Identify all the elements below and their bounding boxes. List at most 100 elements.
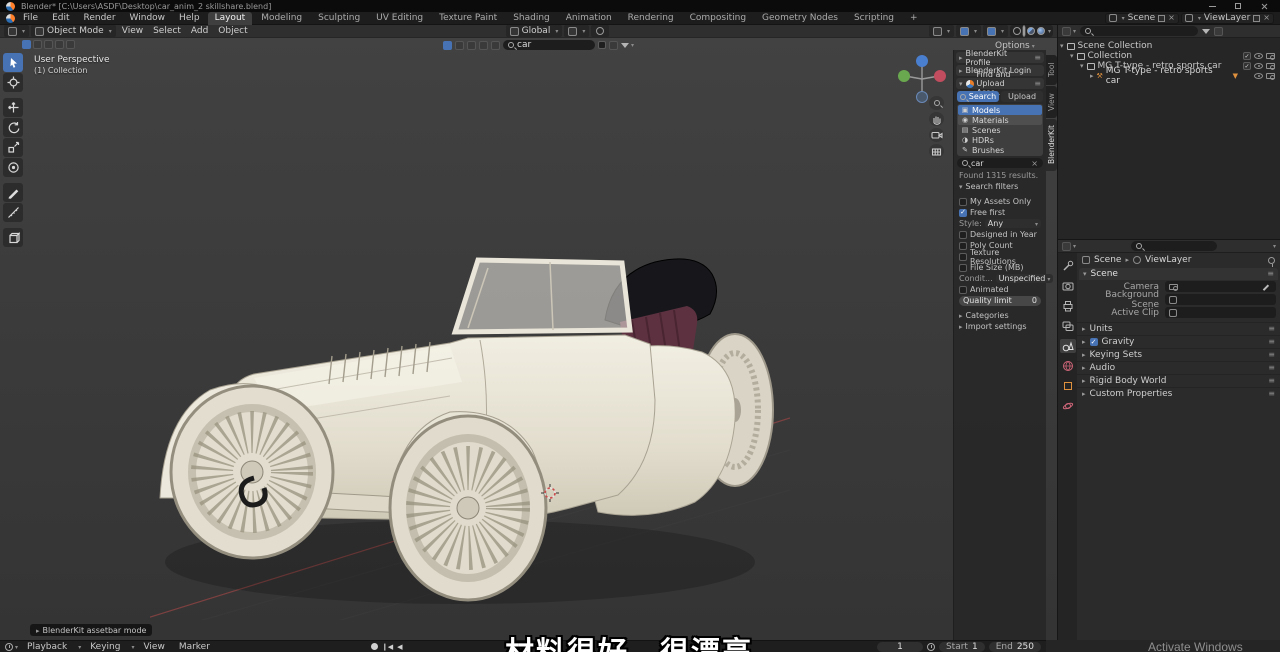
render-visibility-icon[interactable] [1266,53,1275,59]
menu-render[interactable]: Render [78,13,122,23]
outliner-filter-icon[interactable] [1202,29,1210,34]
breadcrumb-scene[interactable]: Scene [1094,255,1121,265]
snap-selector[interactable] [564,25,589,37]
categories-header[interactable]: Categories [956,310,1044,321]
zoom-button[interactable] [929,96,944,110]
workspace-tab-animation[interactable]: Animation [559,12,619,25]
find-upload-header[interactable]: Find and Upload Asse... [956,78,1044,89]
workspace-tab-texture-paint[interactable]: Texture Paint [432,12,504,25]
active-clip-field[interactable] [1165,307,1276,318]
tab-output[interactable] [1060,299,1076,313]
section-units[interactable]: Units [1077,322,1280,335]
render-visibility-icon[interactable] [1266,63,1275,69]
import-settings-header[interactable]: Import settings [956,321,1044,332]
workspace-tab-rendering[interactable]: Rendering [621,12,681,25]
auto-key-button[interactable] [371,643,378,650]
assetbar-hdr-icon[interactable] [479,41,488,50]
viewport-menu-select[interactable]: Select [149,25,185,37]
tab-scene[interactable] [1060,339,1076,353]
eye-icon[interactable] [1254,73,1263,79]
tab-render[interactable] [1060,279,1076,293]
maximize-button[interactable] [1228,1,1248,11]
prev-frame-icon[interactable]: ◀ [397,643,402,651]
sidebar-tab-view[interactable]: View [1046,86,1057,118]
tab-physics[interactable] [1060,399,1076,413]
asset-type-scenes[interactable]: ▤Scenes [958,125,1042,135]
remove-viewlayer-button[interactable] [1263,13,1270,23]
tab-object[interactable] [1060,379,1076,393]
shading-solid-button[interactable] [1022,26,1026,36]
viewport-menu-object[interactable]: Object [214,25,251,37]
visibility-icon-2[interactable] [44,40,53,49]
timeline-menu-view[interactable]: View [138,642,169,652]
mode-selector[interactable]: Object Mode [31,25,116,37]
tool-transform[interactable] [3,158,23,177]
section-keying-sets[interactable]: Keying Sets [1077,348,1280,361]
outliner-editor-type-button[interactable] [1062,26,1076,36]
blenderkit-search-input[interactable]: car [957,158,1043,168]
pan-button[interactable] [929,112,944,126]
outliner-search-input[interactable] [1080,26,1198,36]
tool-add-cube[interactable] [3,228,23,247]
scene-panel-header[interactable]: Scene [1079,268,1278,280]
workspace-tab-scripting[interactable]: Scripting [847,12,901,25]
tool-rotate[interactable] [3,118,23,137]
perspective-toggle-button[interactable] [929,144,944,158]
workspace-tab-modeling[interactable]: Modeling [254,12,309,25]
shading-wireframe-button[interactable] [1013,27,1021,35]
menu-edit[interactable]: Edit [46,13,75,23]
sidebar-tab-tool[interactable]: Tool [1046,55,1057,85]
assetbar-filter-button[interactable] [621,40,634,50]
current-frame-field[interactable]: 1 [877,642,923,652]
viewport-menu-add[interactable]: Add [187,25,212,37]
tool-select-box[interactable] [3,53,23,72]
designed-year-checkbox[interactable]: Designed in Year [956,229,1044,240]
eye-icon[interactable] [1254,53,1263,59]
selectable-checkbox[interactable] [1243,52,1251,60]
breadcrumb-viewlayer[interactable]: ViewLayer [1145,255,1191,265]
menu-file[interactable]: File [17,13,44,23]
gravity-checkbox[interactable] [1090,338,1098,346]
frame-start-field[interactable]: Start1 [939,642,985,652]
outliner-row-scene-collection[interactable]: Scene Collection [1060,41,1278,51]
tool-move[interactable] [3,98,23,117]
my-assets-checkbox[interactable]: My Assets Only [956,196,1044,207]
outliner-row-collection[interactable]: Collection [1060,51,1278,61]
tab-tool[interactable] [1060,259,1076,273]
animated-checkbox[interactable]: Animated [956,284,1044,295]
texture-res-checkbox[interactable]: Texture Resolutions [956,251,1044,262]
free-first-checkbox[interactable]: Free first [956,207,1044,218]
minimize-button[interactable] [1202,1,1222,11]
orientation-selector[interactable]: Global [506,25,563,37]
asset-type-materials[interactable]: ◉Materials [958,115,1042,125]
condition-dropdown[interactable]: Unspecified [996,274,1054,283]
timeline-editor-type-button[interactable] [5,642,18,652]
shading-material-button[interactable] [1027,27,1035,35]
outliner-options-icon[interactable] [1214,27,1223,36]
xray-toggle[interactable] [983,25,1008,37]
eyedropper-icon[interactable] [1264,283,1272,291]
gizmos-toggle[interactable] [929,25,954,37]
assetbar-home-icon[interactable] [491,41,500,50]
timeline-menu-playback[interactable]: Playback [22,642,72,652]
workspace-add-button[interactable]: + [903,12,925,25]
scene-selector[interactable]: Scene [1105,13,1179,24]
tab-search[interactable]: Search [957,91,999,102]
asset-type-hdrs[interactable]: ◑HDRs [958,135,1042,145]
workspace-tab-compositing[interactable]: Compositing [683,12,753,25]
selectable-checkbox[interactable] [1243,62,1251,70]
assetbar-scenes-icon[interactable] [467,41,476,50]
app-menu-icon[interactable] [6,14,15,23]
assetbar-materials-icon[interactable] [455,41,464,50]
overlays-toggle[interactable] [956,25,981,37]
workspace-tab-geometry-nodes[interactable]: Geometry Nodes [755,12,845,25]
blenderkit-profile-header[interactable]: BlenderKit Profile [956,52,1044,63]
editor-type-button[interactable] [4,25,29,37]
sort-icon[interactable] [609,41,618,50]
workspace-tab-shading[interactable]: Shading [506,12,557,25]
workspace-tab-sculpting[interactable]: Sculpting [311,12,367,25]
local-view-icon[interactable] [22,40,31,49]
tab-world[interactable] [1060,359,1076,373]
tab-upload[interactable]: Upload [1001,91,1043,102]
asset-type-models[interactable]: ▣Models [958,105,1042,115]
